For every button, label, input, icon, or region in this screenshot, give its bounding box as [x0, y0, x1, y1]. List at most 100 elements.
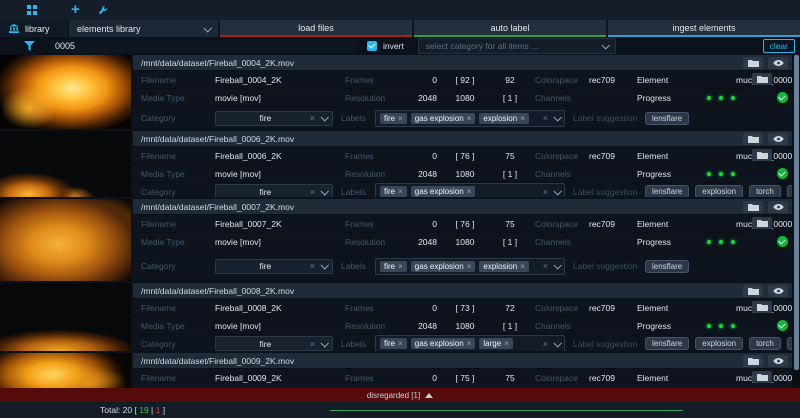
suggestion-chip[interactable]: explosion	[695, 185, 744, 197]
filename-value: Fireball_0006_2K	[215, 150, 282, 161]
library-select[interactable]: elements library	[69, 20, 218, 37]
label-chip[interactable]: fire ×	[380, 112, 407, 124]
open-folder-button[interactable]	[752, 149, 772, 161]
auto-label-button[interactable]: auto label	[414, 20, 606, 37]
preview-eye-button[interactable]	[768, 284, 788, 297]
file-path: /mnt/data/dataset/Fireball_0006_2K.mov	[141, 133, 295, 144]
suggestion-chip[interactable]: debris	[786, 337, 792, 350]
suggestion-chip[interactable]: explosion	[695, 337, 744, 350]
label-chip[interactable]: fire ×	[380, 338, 407, 349]
open-folder-button[interactable]	[752, 217, 772, 229]
grid-menu-icon[interactable]	[27, 5, 37, 15]
add-icon[interactable]: +	[71, 2, 80, 17]
open-folder-button[interactable]	[743, 132, 763, 145]
remove-icon[interactable]: ×	[398, 262, 403, 271]
remove-icon[interactable]: ×	[398, 339, 403, 348]
tab-library[interactable]: library	[0, 20, 67, 37]
progress-dots	[681, 239, 792, 244]
suggestion-chip[interactable]: torch	[749, 185, 781, 197]
progress-dots	[681, 171, 792, 176]
open-folder-button[interactable]	[752, 73, 772, 85]
wrench-icon[interactable]	[98, 5, 108, 15]
open-folder-button[interactable]	[743, 354, 763, 367]
scrollbar-thumb[interactable]	[794, 55, 799, 370]
remove-icon[interactable]: ×	[467, 114, 472, 123]
category-select[interactable]: fire ×	[215, 258, 333, 274]
status-check-icon	[777, 168, 788, 179]
labels-multiselect[interactable]: fire × gas explosion × ×	[375, 183, 565, 197]
labels-multiselect[interactable]: fire × gas explosion × explosion × ×	[375, 109, 565, 127]
label-chip[interactable]: fire ×	[380, 260, 407, 272]
open-folder-button[interactable]	[743, 56, 763, 69]
label-chip[interactable]: fire ×	[380, 186, 407, 197]
clear-category-icon[interactable]: ×	[310, 113, 315, 123]
suggestion-chip[interactable]: lensflare	[645, 337, 690, 350]
suggestion-chip[interactable]: debris	[786, 185, 792, 197]
disregarded-label: disregarded [1]	[366, 390, 421, 400]
preview-eye-button[interactable]	[768, 200, 788, 213]
invert-checkbox[interactable]	[367, 41, 377, 51]
clear-category-icon[interactable]: ×	[310, 261, 315, 271]
category-select[interactable]: fire ×	[215, 336, 333, 351]
remove-icon[interactable]: ×	[467, 262, 472, 271]
element-row: /mnt/data/dataset/Fireball_0007_2K.mov F…	[0, 199, 792, 281]
category-select[interactable]: fire ×	[215, 110, 333, 126]
suggestion-chip[interactable]: lensflare	[645, 185, 690, 197]
filter-bar: invert select category for all items ...…	[0, 37, 800, 55]
total-count: Total: 20 [ 19 | 1 ]	[100, 405, 166, 415]
fire-thumbnail[interactable]	[0, 283, 131, 351]
category-for-all-select[interactable]: select category for all items ...	[417, 38, 616, 54]
label-chip[interactable]: explosion ×	[479, 112, 529, 124]
remove-icon[interactable]: ×	[520, 114, 525, 123]
clear-category-icon[interactable]: ×	[310, 187, 315, 197]
clear-button[interactable]: clear	[762, 39, 795, 53]
suggestion-chip[interactable]: torch	[749, 337, 781, 350]
clear-labels-icon[interactable]: ×	[543, 187, 548, 197]
fire-thumbnail[interactable]	[0, 131, 131, 197]
label-chip[interactable]: gas explosion ×	[410, 112, 476, 124]
load-files-button[interactable]: load files	[220, 20, 412, 37]
clear-labels-icon[interactable]: ×	[543, 339, 548, 349]
label-chip[interactable]: explosion ×	[479, 260, 529, 272]
remove-icon[interactable]: ×	[398, 114, 403, 123]
preview-eye-button[interactable]	[768, 132, 788, 145]
collapse-icon	[425, 392, 434, 398]
bank-icon	[9, 24, 19, 33]
filename-value: Fireball_0008_2K	[215, 302, 282, 313]
category-select[interactable]: fire ×	[215, 184, 333, 197]
fire-thumbnail[interactable]	[0, 353, 131, 388]
remove-icon[interactable]: ×	[398, 187, 403, 196]
fire-thumbnail[interactable]	[0, 55, 131, 129]
ingest-elements-button[interactable]: ingest elements	[608, 20, 800, 37]
open-folder-button[interactable]	[743, 200, 763, 213]
vertical-scrollbar[interactable]	[793, 55, 800, 388]
element-value: muc_fire_00002	[681, 151, 792, 161]
open-folder-button[interactable]	[752, 371, 772, 383]
preview-eye-button[interactable]	[768, 354, 788, 367]
clear-labels-icon[interactable]: ×	[543, 113, 548, 123]
label-chip[interactable]: large ×	[479, 338, 513, 349]
filter-icon	[24, 41, 35, 51]
progress-dots	[681, 95, 792, 100]
fire-thumbnail[interactable]	[0, 199, 131, 281]
disregarded-section-header[interactable]: disregarded [1]	[0, 388, 800, 402]
open-folder-button[interactable]	[752, 301, 772, 313]
colorspace-value: rec709	[589, 74, 615, 85]
chevron-down-icon	[553, 338, 562, 348]
label-chip[interactable]: gas explosion ×	[410, 338, 476, 349]
clear-labels-icon[interactable]: ×	[543, 261, 548, 271]
clear-category-icon[interactable]: ×	[310, 339, 315, 349]
search-input[interactable]	[50, 39, 355, 53]
remove-icon[interactable]: ×	[520, 262, 525, 271]
suggestion-chip[interactable]: lensflare	[645, 111, 690, 125]
preview-eye-button[interactable]	[768, 56, 788, 69]
remove-icon[interactable]: ×	[504, 339, 509, 348]
label-chip[interactable]: gas explosion ×	[410, 260, 476, 272]
suggestion-chip[interactable]: lensflare	[645, 259, 690, 273]
labels-multiselect[interactable]: fire × gas explosion × explosion × ×	[375, 257, 565, 275]
label-chip[interactable]: gas explosion ×	[410, 186, 476, 197]
labels-multiselect[interactable]: fire × gas explosion × large × ×	[375, 335, 565, 351]
remove-icon[interactable]: ×	[467, 187, 472, 196]
remove-icon[interactable]: ×	[467, 339, 472, 348]
open-folder-button[interactable]	[743, 284, 763, 297]
